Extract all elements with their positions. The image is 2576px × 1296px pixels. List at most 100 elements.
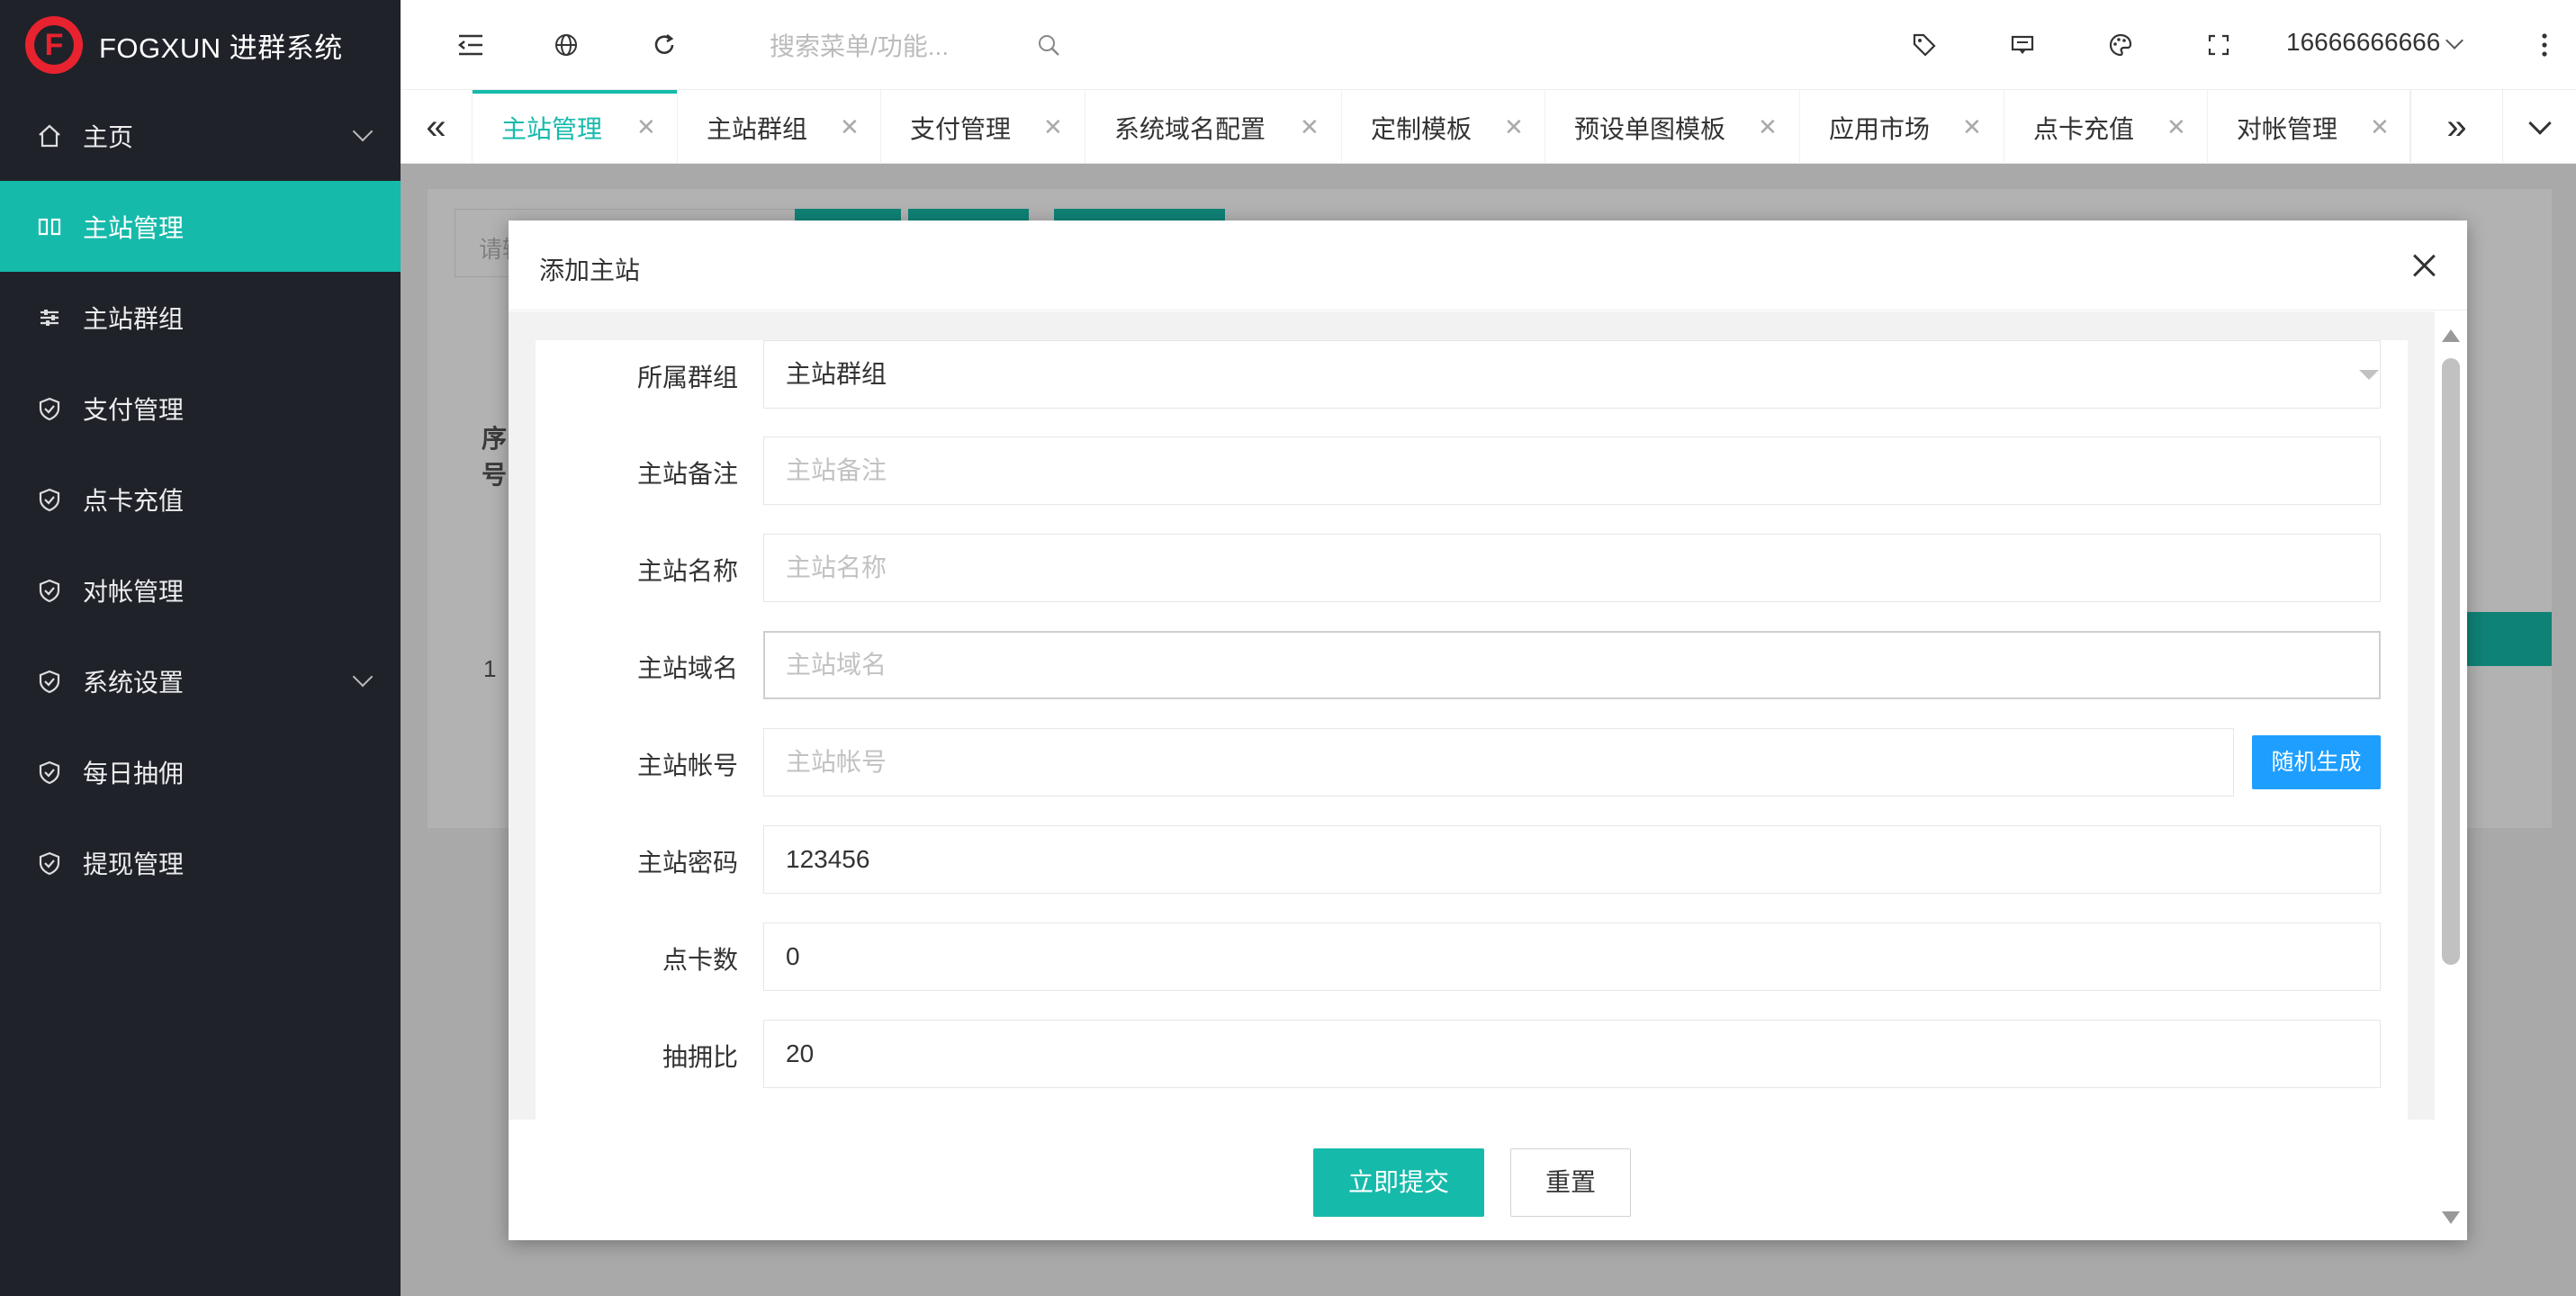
tab-bar: « 主站管理 ✕ 主站群组 ✕ 支付管理 ✕ 系统域名配置 ✕ 定制模板 ✕ 预…: [401, 90, 2576, 164]
add-site-form: 所属群组 主站群组 主站备注 主站备注 主站名称 主站名称 主站域名 主站域名 …: [536, 340, 2408, 1120]
fullscreen-icon[interactable]: [2199, 25, 2238, 65]
points-input[interactable]: 0: [763, 922, 2381, 991]
shield-check-icon: [36, 668, 63, 695]
tab-label: 对帐管理: [2237, 115, 2338, 143]
tag-icon[interactable]: [1905, 25, 1944, 65]
sidebar-item-label: 支付管理: [83, 395, 185, 424]
more-vertical-icon[interactable]: [2525, 25, 2564, 65]
home-icon: [36, 122, 63, 149]
field-label: 主站帐号: [636, 752, 738, 779]
tab-recharge[interactable]: 点卡充值 ✕: [2004, 90, 2208, 164]
form-row-points: 点卡数 0: [536, 922, 2408, 993]
scroll-thumb[interactable]: [2442, 358, 2460, 965]
shield-check-icon: [36, 759, 63, 786]
sidebar-item-commission[interactable]: 每日抽佣: [0, 726, 401, 817]
shield-check-icon: [36, 850, 63, 877]
sidebar-item-reconciliation[interactable]: 对帐管理: [0, 544, 401, 635]
theme-palette-icon[interactable]: [2101, 25, 2140, 65]
close-icon[interactable]: ✕: [1962, 113, 1982, 141]
tab-label: 预设单图模板: [1574, 115, 1726, 143]
modal-body: 所属群组 主站群组 主站备注 主站备注 主站名称 主站名称 主站域名 主站域名 …: [509, 311, 2435, 1120]
random-generate-button[interactable]: 随机生成: [2252, 735, 2381, 789]
user-menu[interactable]: 16666666666: [2286, 28, 2440, 57]
close-icon[interactable]: ✕: [2370, 113, 2390, 141]
modal-title: 添加主站: [539, 256, 641, 284]
sidebar-item-label: 系统设置: [83, 668, 185, 697]
modal-scrollbar[interactable]: [2435, 311, 2467, 1240]
tab-label: 主站群组: [707, 115, 808, 143]
tab-payment[interactable]: 支付管理 ✕: [881, 90, 1085, 164]
sidebar-item-label: 主页: [83, 122, 134, 151]
tab-label: 系统域名配置: [1114, 115, 1266, 143]
tab-scroll-right-icon[interactable]: »: [2410, 90, 2502, 164]
sidebar-item-withdraw[interactable]: 提现管理: [0, 817, 401, 908]
close-icon[interactable]: ✕: [1758, 113, 1778, 141]
field-label: 点卡数: [662, 946, 738, 974]
form-row-name: 主站名称 主站名称: [536, 534, 2408, 604]
tab-options-chevron-icon[interactable]: [2502, 90, 2576, 164]
close-icon[interactable]: ✕: [636, 113, 656, 141]
scroll-up-icon[interactable]: [2442, 329, 2460, 342]
refresh-icon[interactable]: [644, 25, 684, 65]
submit-button[interactable]: 立即提交: [1313, 1148, 1484, 1217]
chevron-down-icon: [352, 666, 374, 688]
menu-search-input[interactable]: 搜索菜单/功能...: [770, 27, 949, 63]
app-title: FOGXUN 进群系统: [99, 32, 343, 64]
close-icon[interactable]: ✕: [2166, 113, 2186, 141]
close-icon[interactable]: [2408, 249, 2440, 282]
chevron-down-icon[interactable]: [2445, 32, 2463, 50]
sidebar-item-settings[interactable]: 系统设置: [0, 635, 401, 726]
sidebar-item-site-group[interactable]: 主站群组: [0, 272, 401, 363]
tab-site-group[interactable]: 主站群组 ✕: [678, 90, 881, 164]
tab-label: 主站管理: [501, 115, 603, 143]
remark-input[interactable]: 主站备注: [763, 436, 2381, 505]
modal-footer: 立即提交 重置: [509, 1120, 2435, 1240]
sidebar-item-payment[interactable]: 支付管理: [0, 363, 401, 454]
tab-label: 定制模板: [1371, 115, 1473, 143]
field-label: 主站密码: [636, 849, 738, 877]
commission-ratio-input[interactable]: 20: [763, 1020, 2381, 1088]
modal-header: 添加主站: [509, 220, 2467, 310]
tab-reconciliation[interactable]: 对帐管理 ✕: [2208, 90, 2410, 164]
tab-label: 支付管理: [910, 115, 1012, 143]
shield-check-icon: [36, 577, 63, 604]
account-input[interactable]: 主站帐号: [763, 728, 2234, 796]
tab-scroll-left-icon[interactable]: «: [401, 90, 473, 164]
password-input[interactable]: 123456: [763, 825, 2381, 894]
tab-app-market[interactable]: 应用市场 ✕: [1800, 90, 2004, 164]
tab-domain-config[interactable]: 系统域名配置 ✕: [1085, 90, 1342, 164]
search-icon[interactable]: [1029, 25, 1068, 65]
tab-custom-template[interactable]: 定制模板 ✕: [1342, 90, 1545, 164]
group-select[interactable]: 主站群组: [763, 340, 2381, 409]
menu-toggle-icon[interactable]: [451, 25, 491, 65]
top-header: 搜索菜单/功能... 16666666666: [401, 0, 2576, 90]
site-name-input[interactable]: 主站名称: [763, 534, 2381, 602]
domain-input[interactable]: 主站域名: [763, 631, 2381, 699]
tab-label: 应用市场: [1829, 115, 1931, 143]
sidebar-item-label: 主站群组: [83, 304, 185, 333]
form-row-password: 主站密码 123456: [536, 825, 2408, 896]
tab-main-site[interactable]: 主站管理 ✕: [473, 90, 678, 164]
sidebar-item-recharge[interactable]: 点卡充值: [0, 454, 401, 544]
globe-icon[interactable]: [546, 25, 586, 65]
sidebar-item-home[interactable]: 主页: [0, 90, 401, 181]
scroll-down-icon[interactable]: [2442, 1211, 2460, 1224]
chevron-down-icon: [352, 121, 374, 142]
sidebar-item-main-site[interactable]: 主站管理: [0, 181, 401, 272]
close-icon[interactable]: ✕: [840, 113, 860, 141]
add-site-modal: 添加主站 所属群组 主站群组 主站备注 主站备注 主站名称 主站名称 主站域名 …: [509, 220, 2467, 1240]
sidebar-item-label: 点卡充值: [83, 486, 185, 515]
close-icon[interactable]: ✕: [1043, 113, 1063, 141]
caret-down-icon[interactable]: [2359, 370, 2379, 380]
tab-preset-template[interactable]: 预设单图模板 ✕: [1545, 90, 1800, 164]
close-icon[interactable]: ✕: [1504, 113, 1524, 141]
sidebar-item-label: 每日抽佣: [83, 759, 185, 788]
sidebar-item-label: 提现管理: [83, 850, 185, 878]
close-icon[interactable]: ✕: [1300, 113, 1320, 141]
columns-icon: [36, 213, 63, 240]
field-label: 所属群组: [636, 364, 738, 392]
form-row-account: 主站帐号 主站帐号 随机生成: [536, 728, 2408, 798]
reset-button[interactable]: 重置: [1510, 1148, 1631, 1217]
logo-mark: F: [25, 16, 83, 74]
message-icon[interactable]: [2003, 25, 2042, 65]
